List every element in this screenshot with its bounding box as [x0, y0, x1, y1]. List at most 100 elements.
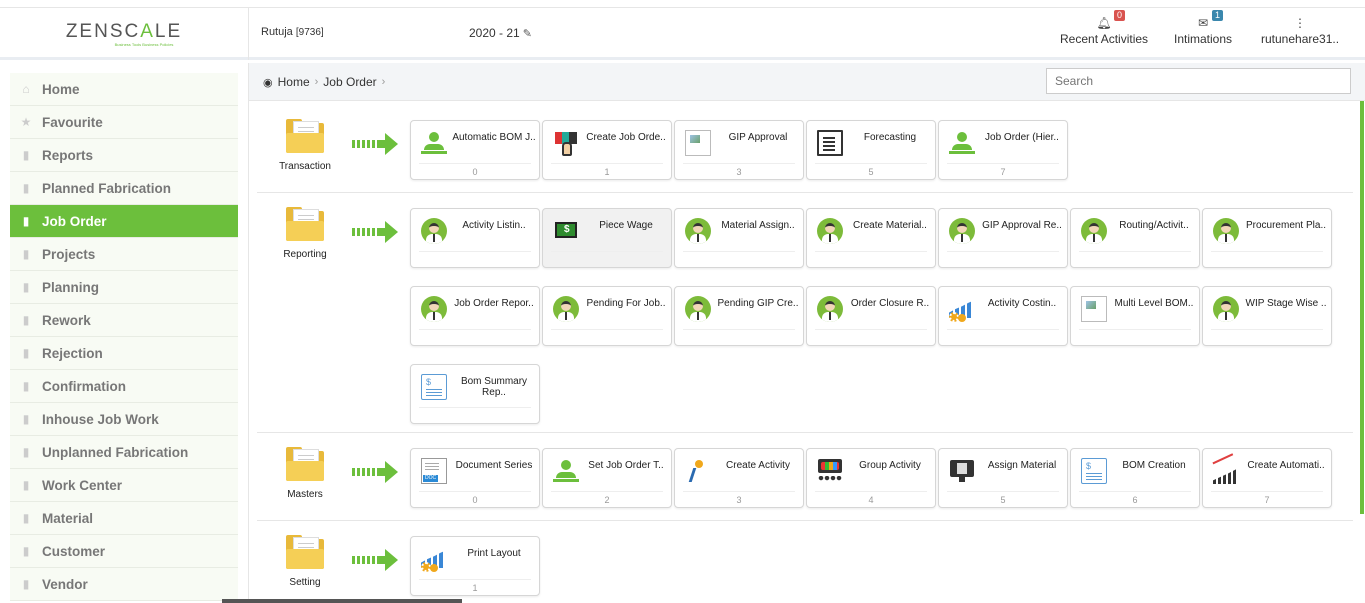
sidebar-item-unplanned-fabrication[interactable]: ▮ Unplanned Fabrication — [10, 436, 238, 469]
tile-set-job-order-t[interactable]: Set Job Order T.. 2 — [542, 448, 672, 508]
tile-create-automati[interactable]: Create Automati.. 7 — [1202, 448, 1332, 508]
tile-assign-material[interactable]: Assign Material 5 — [938, 448, 1068, 508]
tile-gip-approval-re[interactable]: GIP Approval Re.. — [938, 208, 1068, 268]
folder-icon — [286, 535, 324, 569]
sidebar-item-planned-fabrication[interactable]: ▮ Planned Fabrication — [10, 172, 238, 205]
tile-print-layout[interactable]: Print Layout 1 — [410, 536, 540, 596]
user-avatar-icon — [421, 296, 447, 322]
tile-count: 0 — [472, 495, 478, 505]
chart-gears-icon — [421, 546, 447, 572]
horizontal-scrollbar[interactable] — [222, 599, 462, 603]
main-content: Transaction Automatic BOM J.. 0 Create Job … — [249, 101, 1357, 603]
category-label: Masters — [287, 489, 323, 500]
sidebar-item-label: Home — [42, 81, 80, 97]
section-transaction: Transaction Automatic BOM J.. 0 Create Job … — [257, 101, 1353, 193]
tile-divider — [947, 491, 1059, 492]
tile-divider — [551, 251, 663, 252]
tile-label: Job Order (Hier.. — [985, 132, 1059, 143]
tile-gip-approval[interactable]: GIP Approval 3 — [674, 120, 804, 180]
sidebar-item-projects[interactable]: ▮ Projects — [10, 238, 238, 271]
search-input[interactable] — [1046, 68, 1351, 94]
tile-bom-creation[interactable]: BOM Creation 6 — [1070, 448, 1200, 508]
category-masters[interactable]: Masters — [267, 447, 343, 500]
sidebar-item-reports[interactable]: ▮ Reports — [10, 139, 238, 172]
tile-divider — [1079, 329, 1191, 330]
fiscal-year[interactable]: 2020 - 21 ✎ — [469, 26, 532, 40]
scrollbar[interactable] — [1360, 101, 1364, 514]
sidebar-item-customer[interactable]: ▮ Customer — [10, 535, 238, 568]
category-reporting[interactable]: Reporting — [267, 207, 343, 260]
breadcrumb-current[interactable]: Job Order — [323, 75, 376, 89]
sidebar-item-label: Unplanned Fabrication — [42, 444, 189, 460]
tile-label: Assign Material — [987, 460, 1057, 471]
sidebar-item-label: Projects — [42, 246, 96, 262]
tile-divider — [1211, 251, 1323, 252]
sidebar-item-job-order[interactable]: ▮ Job Order — [10, 205, 238, 238]
app-header: ZENSCALE Business Tools Business Policie… — [0, 8, 1365, 60]
tile-material-assign[interactable]: Material Assign.. — [674, 208, 804, 268]
sidebar-item-inhouse-job-work[interactable]: ▮ Inhouse Job Work — [10, 403, 238, 436]
envelope-icon: ✉ 1 — [1174, 10, 1232, 32]
tile-automatic-bom-j[interactable]: Automatic BOM J.. 0 — [410, 120, 540, 180]
tile-multi-level-bom[interactable]: Multi Level BOM.. — [1070, 286, 1200, 346]
sidebar-item-rejection[interactable]: ▮ Rejection — [10, 337, 238, 370]
recent-activities-button[interactable]: 🔔︎ 0 Recent Activities — [1060, 10, 1148, 46]
sidebar-item-planning[interactable]: ▮ Planning — [10, 271, 238, 304]
tile-label: Procurement Pla.. — [1245, 220, 1327, 231]
breadcrumb-home[interactable]: Home — [278, 75, 310, 89]
tile-routing-activit[interactable]: Routing/Activit.. — [1070, 208, 1200, 268]
sidebar-item-work-center[interactable]: ▮ Work Center — [10, 469, 238, 502]
sidebar-item-vendor[interactable]: ▮ Vendor — [10, 568, 238, 601]
file-icon: ▮ — [22, 478, 30, 492]
tile-piece-wage[interactable]: Piece Wage — [542, 208, 672, 268]
sidebar-item-confirmation[interactable]: ▮ Confirmation — [10, 370, 238, 403]
tile-activity-listin[interactable]: Activity Listin.. — [410, 208, 540, 268]
category-label: Setting — [289, 577, 321, 588]
tile-label: Document Series — [455, 460, 533, 471]
sidebar-item-material[interactable]: ▮ Material — [10, 502, 238, 535]
logo[interactable]: ZENSCALE Business Tools Business Policie… — [0, 8, 249, 60]
tile-count: 3 — [736, 495, 742, 505]
tile-create-material[interactable]: Create Material.. — [806, 208, 936, 268]
tile-bom-summary-rep[interactable]: Bom Summary Rep.. — [410, 364, 540, 424]
tile-wip-stage-wise[interactable]: WIP Stage Wise .. — [1202, 286, 1332, 346]
sidebar-item-label: Material — [42, 510, 94, 526]
tile-create-activity[interactable]: Create Activity 3 — [674, 448, 804, 508]
sidebar-item-rework[interactable]: ▮ Rework — [10, 304, 238, 337]
tile-label: Activity Listin.. — [462, 220, 526, 231]
tile-label: BOM Creation — [1122, 460, 1186, 471]
tile-label: Automatic BOM J.. — [452, 132, 536, 143]
tile-activity-costin[interactable]: Activity Costin.. — [938, 286, 1068, 346]
tile-label: Activity Costin.. — [987, 298, 1057, 309]
category-transaction[interactable]: Transaction — [267, 119, 343, 172]
team-icon — [817, 458, 843, 484]
tile-count: 3 — [736, 167, 742, 177]
sidebar-item-label: Vendor — [42, 576, 88, 592]
sidebar-item-home[interactable]: ⌂ Home — [10, 73, 238, 106]
sidebar: ⌂ Home ★ Favourite ▮ Reports ▮ Planned Fabricat… — [0, 63, 249, 603]
folder-icon: ▮ — [22, 181, 30, 195]
intimations-button[interactable]: ✉ 1 Intimations — [1174, 10, 1232, 46]
edit-icon[interactable]: ✎ — [523, 28, 532, 40]
tile-job-order-repor[interactable]: Job Order Repor.. — [410, 286, 540, 346]
tile-pending-gip-cre[interactable]: Pending GIP Cre.. — [674, 286, 804, 346]
section-masters: Masters Document Series 0 Set Job Order T..… — [257, 433, 1353, 521]
tile-count: 6 — [1132, 495, 1138, 505]
category-setting[interactable]: Setting — [267, 535, 343, 588]
tile-create-job-orde[interactable]: Create Job Orde.. 1 — [542, 120, 672, 180]
tile-pending-for-job[interactable]: Pending For Job.. — [542, 286, 672, 346]
tile-order-closure-r[interactable]: Order Closure R.. — [806, 286, 936, 346]
sidebar-item-favourite[interactable]: ★ Favourite — [10, 106, 238, 139]
tile-job-order-hier[interactable]: Job Order (Hier.. 7 — [938, 120, 1068, 180]
user-menu-button[interactable]: ⋮ rutunehare31.. — [1261, 14, 1339, 46]
tile-document-series[interactable]: Document Series 0 — [410, 448, 540, 508]
file-icon: ▮ — [22, 148, 30, 162]
notebook-icon — [817, 130, 843, 156]
sidebar-item-label: Planning — [42, 279, 99, 295]
tile-forecasting[interactable]: Forecasting 5 — [806, 120, 936, 180]
tile-procurement-pla[interactable]: Procurement Pla.. — [1202, 208, 1332, 268]
dashboard-icon: ◉ — [263, 76, 273, 89]
tile-group-activity[interactable]: Group Activity 4 — [806, 448, 936, 508]
tile-label: Routing/Activit.. — [1119, 220, 1189, 231]
file-icon: ▮ — [22, 511, 30, 525]
